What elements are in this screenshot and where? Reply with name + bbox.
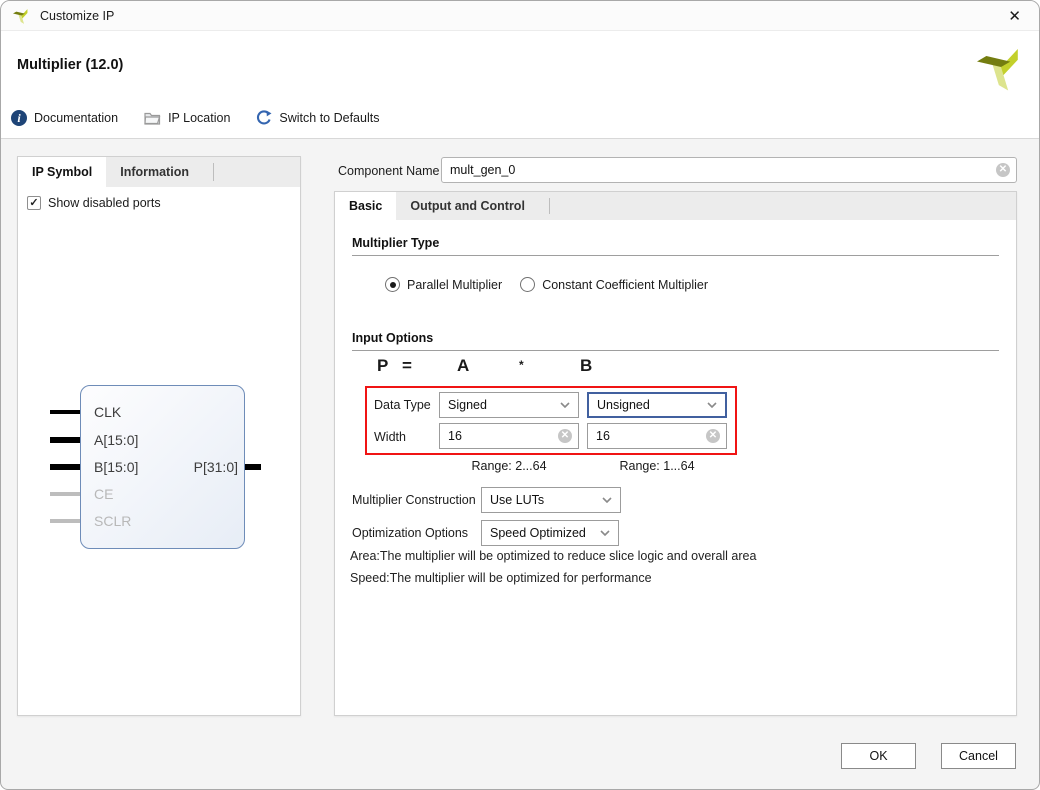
ip-location-button[interactable]: IP Location xyxy=(144,111,230,125)
port-label-ce: CE xyxy=(94,486,113,502)
width-a-input[interactable] xyxy=(448,429,558,443)
area-note: Area:The multiplier will be optimized to… xyxy=(350,549,756,563)
info-icon: i xyxy=(11,110,27,126)
optimization-options-dropdown[interactable]: Speed Optimized xyxy=(481,520,619,546)
tab-information[interactable]: Information xyxy=(106,157,203,187)
component-name-field: ✕ xyxy=(441,157,1017,183)
b-range-hint: Range: 1...64 xyxy=(587,459,727,473)
radio-selected-icon[interactable] xyxy=(385,277,400,292)
vendor-logo-icon xyxy=(977,43,1025,91)
multiplier-construction-value: Use LUTs xyxy=(490,493,544,507)
switch-to-defaults-label: Switch to Defaults xyxy=(279,111,379,125)
chevron-down-icon xyxy=(600,530,610,536)
data-type-b-dropdown[interactable]: Unsigned xyxy=(587,392,727,418)
section-rule xyxy=(352,350,999,351)
ip-symbol-panel: IP Symbol Information ✓ Show disabled po… xyxy=(17,156,301,716)
ip-location-label: IP Location xyxy=(168,111,230,125)
ok-button[interactable]: OK xyxy=(841,743,916,769)
multiplier-type-title: Multiplier Type xyxy=(352,236,439,250)
parallel-multiplier-option[interactable]: Parallel Multiplier xyxy=(385,277,502,292)
radio-unselected-icon[interactable] xyxy=(520,277,535,292)
a-port-stub xyxy=(50,437,80,443)
width-b-field: ✕ xyxy=(587,423,727,449)
tab-ip-symbol[interactable]: IP Symbol xyxy=(18,157,106,187)
clear-icon[interactable]: ✕ xyxy=(558,429,572,443)
section-rule xyxy=(352,255,999,256)
config-tabbar: Basic Output and Control xyxy=(335,192,1016,220)
documentation-button[interactable]: i Documentation xyxy=(11,110,118,126)
optimization-options-value: Speed Optimized xyxy=(490,526,586,540)
refresh-icon xyxy=(256,110,272,126)
equation-a: A xyxy=(457,356,469,376)
component-name-input[interactable] xyxy=(450,163,996,177)
dialog-header: Multiplier (12.0) i Documentation IP Loc… xyxy=(1,31,1039,139)
tab-separator xyxy=(549,198,550,214)
show-disabled-ports-label: Show disabled ports xyxy=(48,196,161,210)
chevron-down-icon xyxy=(560,402,570,408)
constant-coefficient-label: Constant Coefficient Multiplier xyxy=(542,278,708,292)
tab-separator xyxy=(213,163,214,181)
ip-title: Multiplier (12.0) xyxy=(17,57,123,73)
close-icon[interactable]: ✕ xyxy=(1002,7,1027,25)
input-options-title: Input Options xyxy=(352,331,433,345)
b-port-stub xyxy=(50,464,80,470)
port-label-b: B[15:0] xyxy=(94,459,138,475)
port-label-p: P[31:0] xyxy=(168,459,238,475)
port-label-sclr: SCLR xyxy=(94,513,131,529)
p-port-stub xyxy=(245,464,261,470)
tab-output-and-control[interactable]: Output and Control xyxy=(396,192,539,220)
config-panel: Basic Output and Control Multiplier Type… xyxy=(334,191,1017,716)
chevron-down-icon xyxy=(707,402,717,408)
folder-icon xyxy=(144,111,161,125)
port-label-clk: CLK xyxy=(94,404,121,420)
port-label-a: A[15:0] xyxy=(94,432,138,448)
width-b-input[interactable] xyxy=(596,429,706,443)
width-label: Width xyxy=(374,430,406,444)
multiplier-construction-label: Multiplier Construction xyxy=(352,493,476,507)
optimization-options-label: Optimization Options xyxy=(352,526,468,540)
left-tabbar: IP Symbol Information xyxy=(18,157,300,187)
ce-port-stub xyxy=(50,492,80,496)
equation-row: P = A * B xyxy=(335,356,1016,380)
data-type-label: Data Type xyxy=(374,398,431,412)
multiplier-construction-dropdown[interactable]: Use LUTs xyxy=(481,487,621,513)
show-disabled-ports-row[interactable]: ✓ Show disabled ports xyxy=(27,196,161,210)
parallel-multiplier-label: Parallel Multiplier xyxy=(407,278,502,292)
clear-icon[interactable]: ✕ xyxy=(996,163,1010,177)
title-bar: Customize IP ✕ xyxy=(1,1,1039,31)
data-type-b-value: Unsigned xyxy=(597,398,650,412)
customize-ip-dialog: Customize IP ✕ Multiplier (12.0) i Docum… xyxy=(0,0,1040,790)
constant-coefficient-option[interactable]: Constant Coefficient Multiplier xyxy=(520,277,708,292)
toolbar: i Documentation IP Location Switch to De… xyxy=(11,106,379,130)
multiplier-type-options: Parallel Multiplier Constant Coefficient… xyxy=(385,277,708,292)
clear-icon[interactable]: ✕ xyxy=(706,429,720,443)
cancel-button[interactable]: Cancel xyxy=(941,743,1016,769)
equation-p: P xyxy=(377,356,388,376)
switch-to-defaults-button[interactable]: Switch to Defaults xyxy=(256,110,379,126)
tab-basic[interactable]: Basic xyxy=(335,192,396,220)
equation-b: B xyxy=(580,356,592,376)
speed-note: Speed:The multiplier will be optimized f… xyxy=(350,571,652,585)
chevron-down-icon xyxy=(602,497,612,503)
equation-multiply: * xyxy=(519,358,524,372)
data-type-a-value: Signed xyxy=(448,398,487,412)
data-type-a-dropdown[interactable]: Signed xyxy=(439,392,579,418)
clk-port-stub xyxy=(50,410,80,414)
equation-equals: = xyxy=(402,356,412,376)
window-title: Customize IP xyxy=(40,9,114,23)
app-logo-icon xyxy=(13,7,30,24)
component-name-label: Component Name xyxy=(338,164,439,178)
show-disabled-ports-checkbox[interactable]: ✓ xyxy=(27,196,41,210)
documentation-label: Documentation xyxy=(34,111,118,125)
width-a-field: ✕ xyxy=(439,423,579,449)
a-range-hint: Range: 2...64 xyxy=(439,459,579,473)
sclr-port-stub xyxy=(50,519,80,523)
